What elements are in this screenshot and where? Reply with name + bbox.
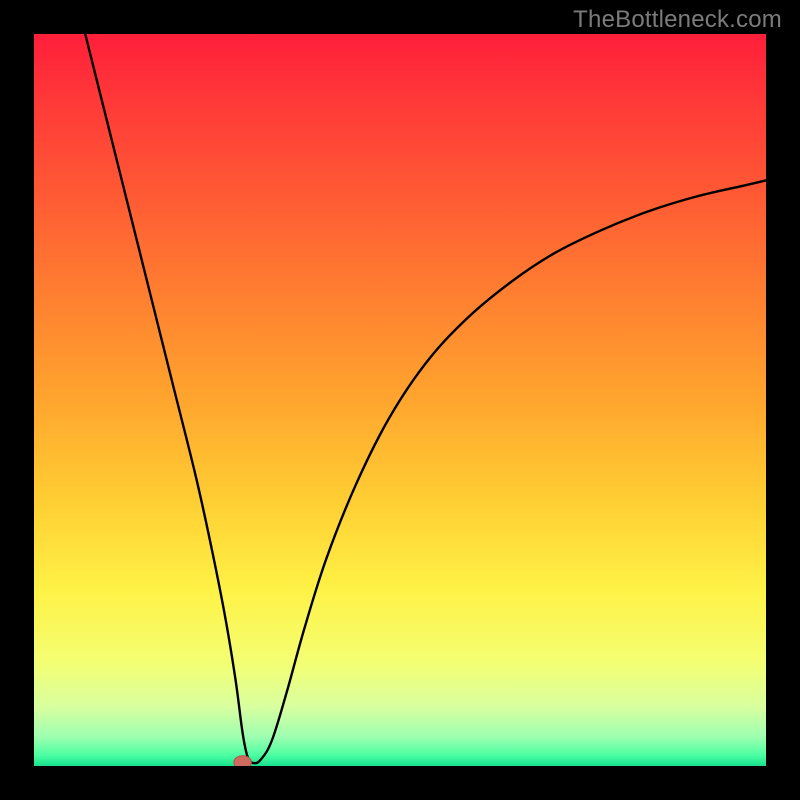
plot-area xyxy=(34,34,766,766)
chart-frame: TheBottleneck.com xyxy=(0,0,800,800)
plot-svg xyxy=(34,34,766,766)
optimal-point-marker xyxy=(234,756,252,766)
watermark-label: TheBottleneck.com xyxy=(573,6,782,34)
